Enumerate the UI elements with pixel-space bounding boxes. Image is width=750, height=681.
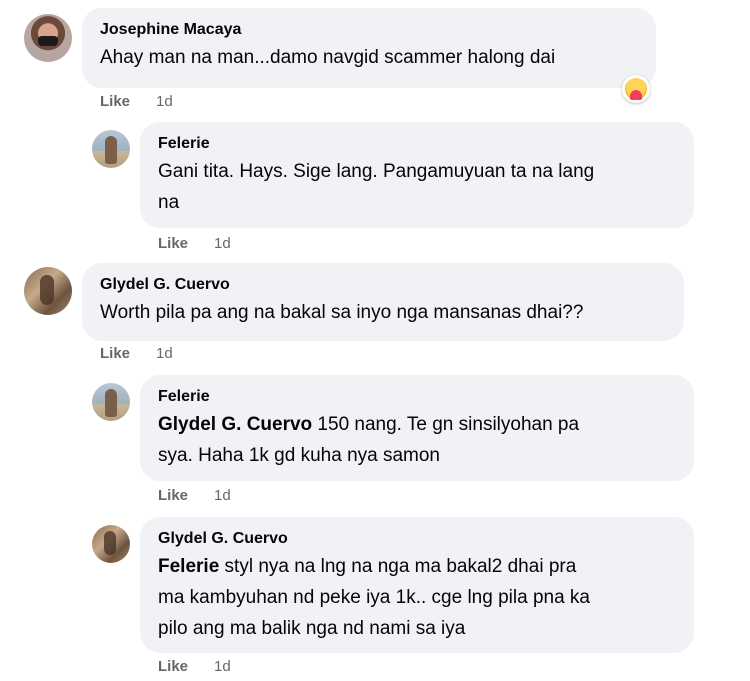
comment-timestamp[interactable]: 1d: [214, 658, 231, 675]
mention-link[interactable]: Felerie: [158, 556, 219, 577]
care-reaction-icon: [625, 78, 647, 100]
comment-bubble: Glydel G. Cuervo Felerie styl nya na lng…: [140, 517, 694, 653]
comment-bubble: Glydel G. Cuervo Worth pila pa ang na ba…: [82, 263, 684, 341]
comment-author[interactable]: Glydel G. Cuervo: [158, 529, 676, 549]
comment-timestamp[interactable]: 1d: [156, 345, 173, 362]
mention-link[interactable]: Glydel G. Cuervo: [158, 414, 312, 435]
comment-timestamp[interactable]: 1d: [214, 235, 231, 252]
comment-timestamp[interactable]: 1d: [156, 93, 173, 110]
comment-author[interactable]: Glydel G. Cuervo: [100, 275, 666, 295]
like-button[interactable]: Like: [100, 345, 130, 362]
like-button[interactable]: Like: [158, 487, 188, 504]
comment-text-line: Glydel G. Cuervo 150 nang. Te gn sinsily…: [158, 409, 676, 440]
like-button[interactable]: Like: [158, 658, 188, 675]
comment-text-line: Gani tita. Hays. Sige lang. Pangamuyuan …: [158, 161, 595, 182]
like-button[interactable]: Like: [158, 235, 188, 252]
comment-text: Ahay man na man...damo navgid scammer ha…: [100, 47, 556, 68]
comment-bubble: Felerie Gani tita. Hays. Sige lang. Pang…: [140, 122, 694, 228]
comment-actions: Like 1d: [100, 93, 173, 110]
reaction-badge[interactable]: [622, 75, 650, 103]
comment-text-line: Felerie styl nya na lng na nga ma bakal2…: [158, 551, 676, 582]
like-button[interactable]: Like: [100, 93, 130, 110]
comment-text-line: na: [158, 192, 180, 213]
comment-text-line: ma kambyuhan nd peke iya 1k.. cge lng pi…: [158, 587, 590, 608]
comment-text: Felerie styl nya na lng na nga ma bakal2…: [158, 551, 676, 644]
comment-timestamp[interactable]: 1d: [214, 487, 231, 504]
comment-text-line: pilo ang ma balik nga nd nami sa iya: [158, 618, 466, 639]
comment-text-line: sya. Haha 1k gd kuha nya samon: [158, 445, 441, 466]
comment-text-fragment: styl nya na lng na nga ma bakal2 dhai pr…: [219, 556, 577, 577]
avatar[interactable]: [24, 267, 72, 315]
comment-text: Gani tita. Hays. Sige lang. Pangamuyuan …: [158, 156, 676, 218]
comment-author[interactable]: Felerie: [158, 134, 676, 154]
avatar[interactable]: [92, 383, 130, 421]
comment-actions: Like 1d: [158, 487, 231, 504]
comment-actions: Like 1d: [158, 658, 231, 675]
avatar[interactable]: [92, 130, 130, 168]
comment-author[interactable]: Josephine Macaya: [100, 20, 638, 40]
comment-bubble: Felerie Glydel G. Cuervo 150 nang. Te gn…: [140, 375, 694, 481]
comment-author[interactable]: Felerie: [158, 387, 676, 407]
comment-text-fragment: 150 nang. Te gn sinsilyohan pa: [312, 414, 580, 435]
comment-text: Worth pila pa ang na bakal sa inyo nga m…: [100, 302, 584, 323]
avatar[interactable]: [24, 14, 72, 62]
comment-text: Glydel G. Cuervo 150 nang. Te gn sinsily…: [158, 409, 676, 471]
comment-bubble: Josephine Macaya Ahay man na man...damo …: [82, 8, 656, 88]
avatar[interactable]: [92, 525, 130, 563]
comment-actions: Like 1d: [158, 235, 231, 252]
comment-actions: Like 1d: [100, 345, 173, 362]
